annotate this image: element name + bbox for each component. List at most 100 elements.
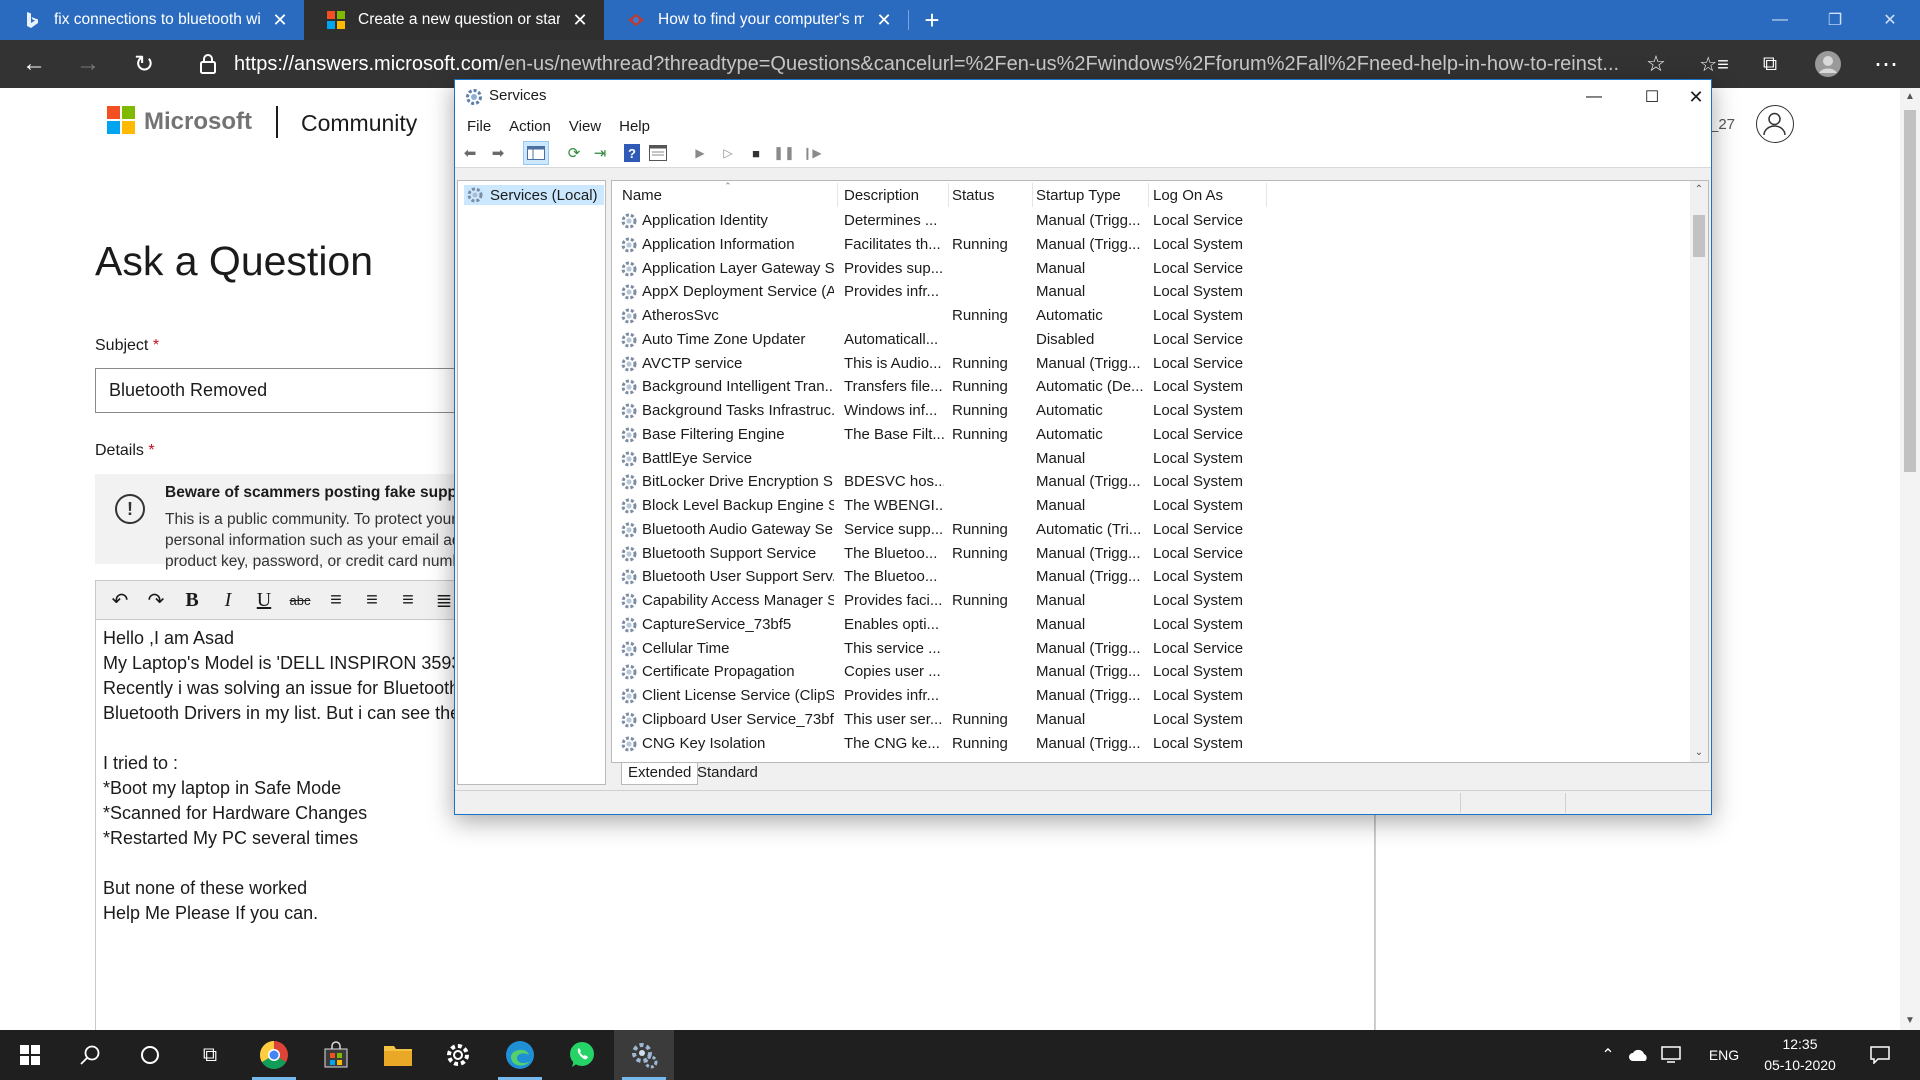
- service-row[interactable]: Background Intelligent Tran... Transfers …: [612, 375, 1690, 399]
- service-row[interactable]: Application Information Facilitates th...…: [612, 233, 1690, 257]
- notifications-icon[interactable]: [1860, 1030, 1900, 1080]
- minimize-icon[interactable]: —: [1565, 80, 1623, 114]
- service-row[interactable]: Background Tasks Infrastruc... Windows in…: [612, 399, 1690, 423]
- service-row[interactable]: Bluetooth Support Service The Bluetoo... R…: [612, 542, 1690, 566]
- community-link[interactable]: Community: [301, 110, 417, 137]
- lock-icon[interactable]: [196, 52, 220, 76]
- close-tab-icon[interactable]: ✕: [270, 10, 290, 31]
- profile-icon[interactable]: [1804, 40, 1852, 88]
- collections-icon[interactable]: ⧉: [1746, 40, 1794, 88]
- maximize-icon[interactable]: ☐: [1623, 80, 1681, 114]
- scroll-up-icon[interactable]: ⌃: [1690, 181, 1708, 199]
- menu-file[interactable]: File: [458, 118, 500, 135]
- restore-icon[interactable]: ❐: [1805, 0, 1865, 40]
- minimize-icon[interactable]: —: [1750, 0, 1810, 40]
- edge-icon[interactable]: [490, 1030, 550, 1080]
- column-header-status[interactable]: Status: [952, 187, 995, 204]
- whatsapp-icon[interactable]: [552, 1030, 612, 1080]
- user-avatar[interactable]: [1756, 105, 1794, 143]
- service-row[interactable]: Capability Access Manager S... Provides f…: [612, 589, 1690, 613]
- restart-service-icon[interactable]: ❙▶: [801, 143, 823, 163]
- column-header-log-on-as[interactable]: Log On As: [1153, 187, 1223, 204]
- service-row[interactable]: Clipboard User Service_73bf5 This user se…: [612, 708, 1690, 732]
- list-scrollbar[interactable]: ⌃ ⌄: [1690, 181, 1708, 762]
- service-row[interactable]: Bluetooth User Support Serv... The Blueto…: [612, 565, 1690, 589]
- scroll-down-icon[interactable]: ⌄: [1690, 744, 1708, 762]
- forward-button[interactable]: →: [64, 40, 112, 88]
- cortana-icon[interactable]: [120, 1030, 180, 1080]
- onedrive-cloud-icon[interactable]: [1624, 1030, 1654, 1080]
- username-label[interactable]: _27: [1710, 116, 1735, 133]
- align-left-icon[interactable]: ≡: [318, 584, 354, 616]
- underline-button[interactable]: U: [246, 584, 282, 616]
- clock[interactable]: 12:35 05-10-2020: [1755, 1034, 1845, 1076]
- task-view-icon[interactable]: ⧉: [180, 1030, 240, 1080]
- italic-button[interactable]: I: [210, 584, 246, 616]
- search-icon[interactable]: [60, 1030, 120, 1080]
- browser-tab[interactable]: fix connections to bluetooth windows ✕: [0, 0, 304, 40]
- close-window-icon[interactable]: ✕: [1681, 80, 1711, 114]
- column-header-description[interactable]: Description: [844, 187, 919, 204]
- service-row[interactable]: AppX Deployment Service (A... Provides in…: [612, 280, 1690, 304]
- undo-icon[interactable]: ↶: [102, 584, 138, 616]
- show-hide-tree-icon[interactable]: [523, 141, 549, 165]
- service-row[interactable]: Block Level Backup Engine S... The WBENGI…: [612, 494, 1690, 518]
- strikethrough-button[interactable]: abc: [282, 584, 318, 616]
- new-tab-button[interactable]: +: [912, 0, 952, 40]
- microsoft-logo[interactable]: [107, 106, 136, 135]
- settings-gear-icon[interactable]: [428, 1030, 488, 1080]
- stop-service-icon[interactable]: ■: [745, 143, 767, 163]
- menu-view[interactable]: View: [560, 118, 610, 135]
- service-row[interactable]: AtherosSvc Running Automatic Local System: [612, 304, 1690, 328]
- url-field[interactable]: https://answers.microsoft.com/en-us/newt…: [234, 50, 1618, 78]
- page-scrollbar[interactable]: ▲ ▼: [1900, 88, 1920, 1030]
- redo-icon[interactable]: ↷: [138, 584, 174, 616]
- export-list-icon[interactable]: ⇥: [589, 143, 611, 163]
- back-button[interactable]: ←: [10, 40, 58, 88]
- properties-icon[interactable]: [647, 143, 669, 163]
- service-row[interactable]: CNG Key Isolation The CNG ke... Running Man…: [612, 732, 1690, 756]
- service-row[interactable]: AVCTP service This is Audio... Running Manu…: [612, 352, 1690, 376]
- brand-name[interactable]: Microsoft: [144, 108, 252, 136]
- scroll-down-icon[interactable]: ▼: [1900, 1012, 1920, 1030]
- menu-action[interactable]: Action: [500, 118, 560, 135]
- service-row[interactable]: CaptureService_73bf5 Enables opti... Manua…: [612, 613, 1690, 637]
- align-right-icon[interactable]: ≡: [390, 584, 426, 616]
- service-row[interactable]: Auto Time Zone Updater Automaticall... Dis…: [612, 328, 1690, 352]
- services-taskbar-icon[interactable]: [614, 1030, 674, 1080]
- browser-tab[interactable]: How to find your computer's model ✕: [604, 0, 908, 40]
- store-icon[interactable]: [306, 1030, 366, 1080]
- close-tab-icon[interactable]: ✕: [570, 10, 590, 31]
- align-center-icon[interactable]: ≡: [354, 584, 390, 616]
- browser-tab-active[interactable]: Create a new question or start a discuss…: [304, 0, 604, 40]
- scroll-up-icon[interactable]: ▲: [1900, 88, 1920, 106]
- tab-extended[interactable]: Extended: [621, 763, 699, 785]
- refresh-button[interactable]: ↻: [120, 40, 168, 88]
- start-service-icon[interactable]: ▶: [689, 143, 711, 163]
- tree-item-services-local[interactable]: Services (Local): [464, 185, 604, 205]
- help-icon[interactable]: ?: [621, 143, 643, 163]
- pause-service-icon[interactable]: ❚❚: [773, 143, 795, 163]
- services-titlebar[interactable]: Services — ☐ ✕: [455, 80, 1711, 114]
- tab-standard[interactable]: Standard: [691, 763, 764, 785]
- menu-help[interactable]: Help: [610, 118, 659, 135]
- start-button[interactable]: [0, 1030, 60, 1080]
- network-icon[interactable]: [1656, 1030, 1686, 1080]
- service-row[interactable]: Certificate Propagation Copies user ... Ma…: [612, 660, 1690, 684]
- service-row[interactable]: Cellular Time This service ... Manual (Tri…: [612, 637, 1690, 661]
- forward-arrow-icon[interactable]: ➡: [487, 143, 509, 163]
- service-row[interactable]: Application Identity Determines ... Manual…: [612, 209, 1690, 233]
- chrome-icon[interactable]: [244, 1030, 304, 1080]
- language-indicator[interactable]: ENG: [1702, 1030, 1746, 1080]
- show-hidden-icons-icon[interactable]: ⌃: [1596, 1030, 1620, 1080]
- start-service-alt-icon[interactable]: ▷: [717, 143, 739, 163]
- bold-button[interactable]: B: [174, 584, 210, 616]
- scrollbar-thumb[interactable]: [1904, 110, 1916, 472]
- column-header-name[interactable]: Name: [622, 187, 662, 204]
- column-header-startup-type[interactable]: Startup Type: [1036, 187, 1121, 204]
- service-row[interactable]: BattlEye Service Manual Local System: [612, 447, 1690, 471]
- service-row[interactable]: Bluetooth Audio Gateway Se... Service sup…: [612, 518, 1690, 542]
- more-options-icon[interactable]: ⋯: [1862, 40, 1910, 88]
- file-explorer-icon[interactable]: [368, 1030, 428, 1080]
- service-row[interactable]: Client License Service (ClipSV... Provide…: [612, 684, 1690, 708]
